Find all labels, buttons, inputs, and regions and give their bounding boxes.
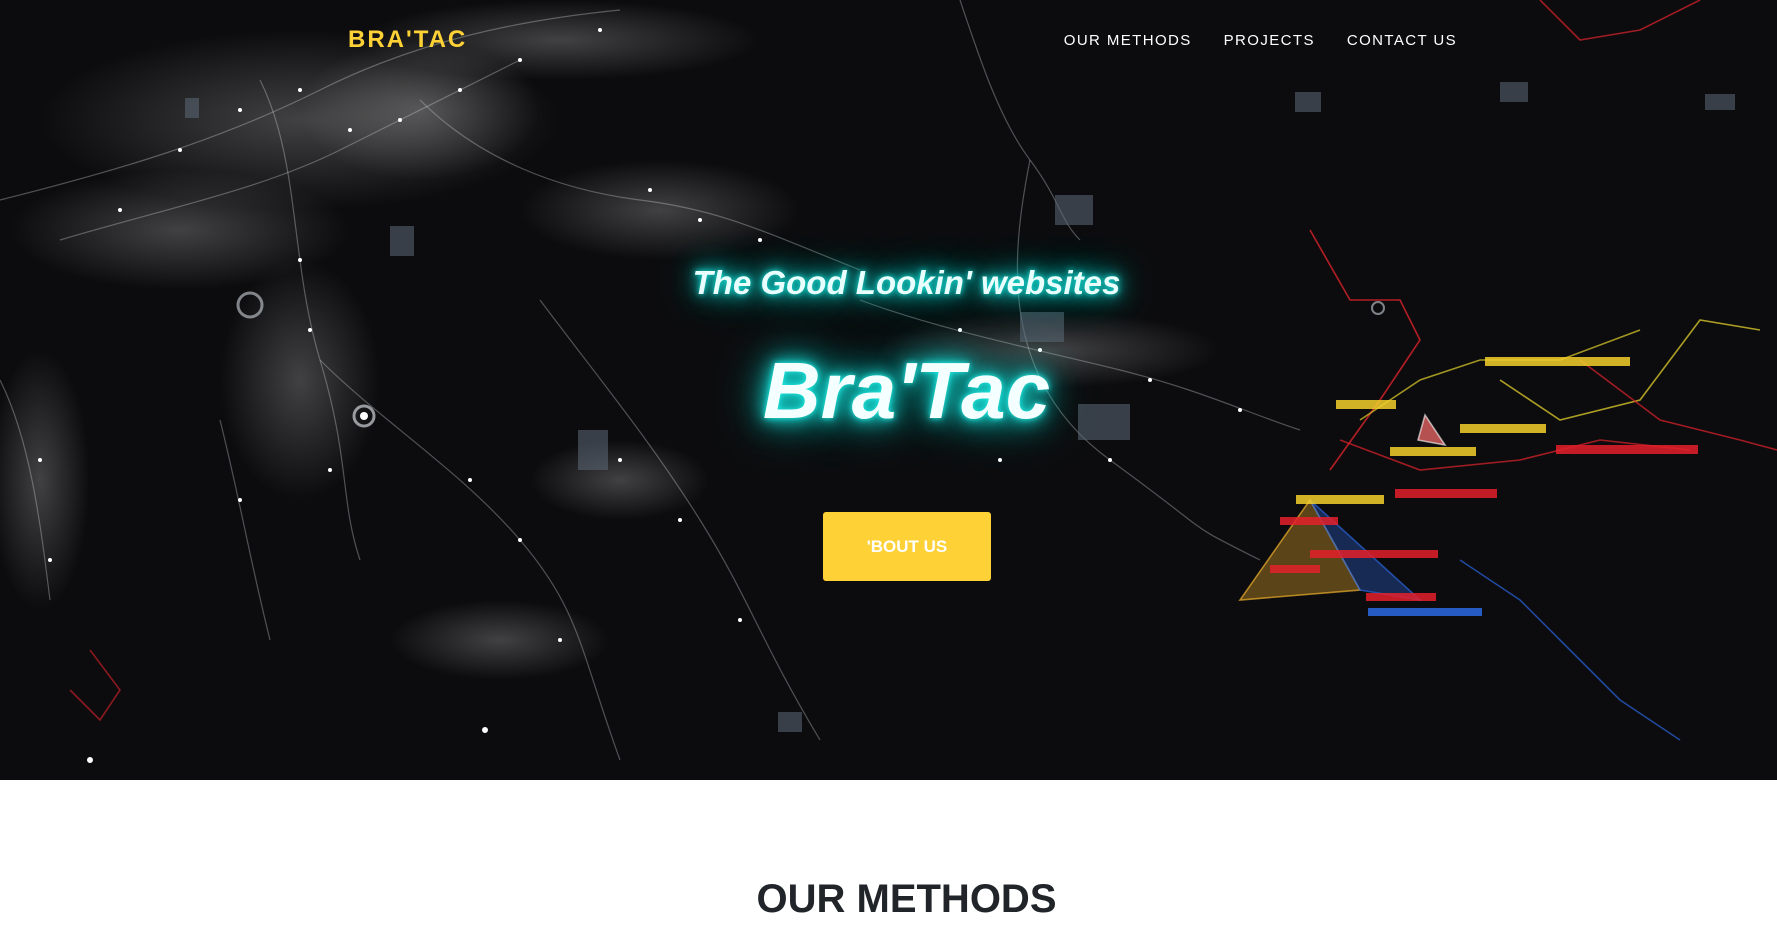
hero-header: BRA'TAC OUR METHODS PROJECTS CONTACT US … [0,0,1777,780]
hero-heading: Bra'Tac [762,346,1051,435]
section-heading: OUR METHODS [756,877,1057,921]
hero-lead-text: The Good Lookin' websites [692,264,1121,301]
brand-logo-link[interactable]: BRA'TAC [348,26,467,54]
about-us-button[interactable]: 'BOUT US [823,512,991,581]
methods-section: OUR METHODS [0,780,1777,928]
nav-link-contact-us[interactable]: CONTACT US [1347,32,1457,49]
nav-link-our-methods[interactable]: OUR METHODS [1064,32,1192,49]
navbar: BRA'TAC OUR METHODS PROJECTS CONTACT US [0,0,1777,82]
nav-menu: OUR METHODS PROJECTS CONTACT US [1064,32,1457,49]
nav-link-projects[interactable]: PROJECTS [1224,32,1315,49]
